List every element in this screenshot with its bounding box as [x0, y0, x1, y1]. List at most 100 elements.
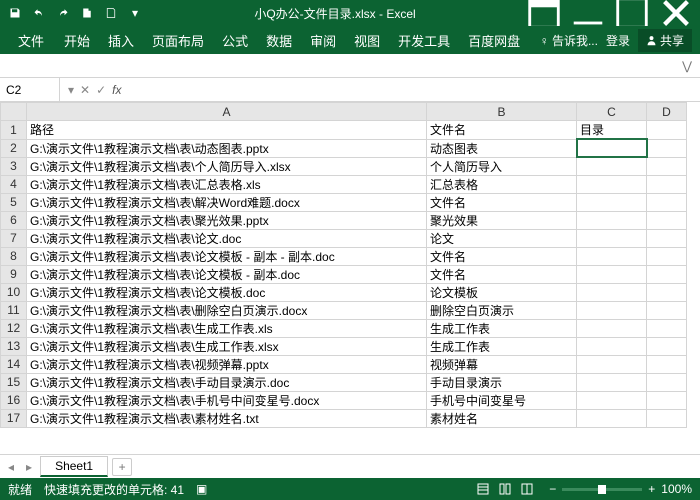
- view-tab[interactable]: 视图: [346, 27, 388, 54]
- col-header-a[interactable]: A: [27, 103, 427, 121]
- cell[interactable]: 个人简历导入: [427, 157, 577, 175]
- data-tab[interactable]: 数据: [258, 27, 300, 54]
- cell[interactable]: [647, 193, 687, 211]
- cell[interactable]: 汇总表格: [427, 175, 577, 193]
- minimize-button[interactable]: [568, 2, 608, 24]
- cell[interactable]: [647, 319, 687, 337]
- maximize-button[interactable]: [612, 2, 652, 24]
- cell[interactable]: 文件名: [427, 121, 577, 140]
- cell[interactable]: [577, 265, 647, 283]
- cell[interactable]: 路径: [27, 121, 427, 140]
- cell[interactable]: [577, 301, 647, 319]
- cell[interactable]: [647, 121, 687, 140]
- cell[interactable]: G:\演示文件\1教程演示文档\表\生成工作表.xls: [27, 319, 427, 337]
- cell[interactable]: [647, 265, 687, 283]
- cell[interactable]: G:\演示文件\1教程演示文档\表\个人简历导入.xlsx: [27, 157, 427, 175]
- sheet-tab[interactable]: Sheet1: [40, 456, 108, 477]
- cell[interactable]: [577, 319, 647, 337]
- cell[interactable]: G:\演示文件\1教程演示文档\表\论文.doc: [27, 229, 427, 247]
- cell[interactable]: [577, 193, 647, 211]
- cancel-icon[interactable]: ✕: [80, 83, 90, 97]
- active-cell[interactable]: [577, 139, 647, 157]
- collapse-ribbon-icon[interactable]: ⋁: [682, 59, 692, 73]
- cell[interactable]: 素材姓名: [427, 409, 577, 427]
- cell[interactable]: [647, 247, 687, 265]
- cell[interactable]: 聚光效果: [427, 211, 577, 229]
- cell[interactable]: [647, 409, 687, 427]
- normal-view-icon[interactable]: [473, 481, 493, 497]
- cell[interactable]: 手动目录演示: [427, 373, 577, 391]
- ribbon-options-icon[interactable]: [524, 2, 564, 24]
- zoom-out-button[interactable]: −: [549, 482, 556, 496]
- cell[interactable]: G:\演示文件\1教程演示文档\表\论文模板 - 副本.doc: [27, 265, 427, 283]
- name-box[interactable]: C2: [0, 78, 60, 101]
- cell[interactable]: 论文: [427, 229, 577, 247]
- tellme-button[interactable]: ♀ 告诉我...: [540, 32, 598, 49]
- row-header[interactable]: 9: [1, 265, 27, 283]
- redo-icon[interactable]: [52, 2, 74, 24]
- row-header[interactable]: 4: [1, 175, 27, 193]
- cell[interactable]: G:\演示文件\1教程演示文档\表\论文模板.doc: [27, 283, 427, 301]
- row-header[interactable]: 8: [1, 247, 27, 265]
- cell[interactable]: [647, 373, 687, 391]
- share-button[interactable]: 共享: [638, 29, 692, 52]
- cell[interactable]: G:\演示文件\1教程演示文档\表\手动目录演示.doc: [27, 373, 427, 391]
- macro-record-icon[interactable]: ▣: [196, 482, 207, 496]
- cell[interactable]: [577, 175, 647, 193]
- col-header-c[interactable]: C: [577, 103, 647, 121]
- zoom-slider[interactable]: [562, 488, 642, 491]
- formulas-tab[interactable]: 公式: [214, 27, 256, 54]
- cell[interactable]: [577, 247, 647, 265]
- row-header[interactable]: 1: [1, 121, 27, 140]
- cell[interactable]: [577, 391, 647, 409]
- select-all-corner[interactable]: [1, 103, 27, 121]
- cell[interactable]: 手机号中间变星号: [427, 391, 577, 409]
- add-sheet-button[interactable]: +: [112, 458, 132, 476]
- dev-tab[interactable]: 开发工具: [390, 27, 458, 54]
- cell[interactable]: 文件名: [427, 265, 577, 283]
- insert-tab[interactable]: 插入: [100, 27, 142, 54]
- cell[interactable]: 动态图表: [427, 139, 577, 157]
- login-button[interactable]: 登录: [606, 32, 630, 49]
- layout-tab[interactable]: 页面布局: [144, 27, 212, 54]
- page-break-view-icon[interactable]: [517, 481, 537, 497]
- cell[interactable]: [647, 337, 687, 355]
- cell[interactable]: [647, 157, 687, 175]
- row-header[interactable]: 13: [1, 337, 27, 355]
- row-header[interactable]: 16: [1, 391, 27, 409]
- col-header-b[interactable]: B: [427, 103, 577, 121]
- zoom-in-button[interactable]: +: [648, 482, 655, 496]
- row-header[interactable]: 3: [1, 157, 27, 175]
- namebox-dropdown-icon[interactable]: ▾: [68, 83, 74, 97]
- row-header[interactable]: 7: [1, 229, 27, 247]
- row-header[interactable]: 14: [1, 355, 27, 373]
- row-header[interactable]: 6: [1, 211, 27, 229]
- cell[interactable]: 视频弹幕: [427, 355, 577, 373]
- sheet-nav-prev-icon[interactable]: ◂: [4, 460, 18, 474]
- cell[interactable]: G:\演示文件\1教程演示文档\表\解决Word难题.docx: [27, 193, 427, 211]
- review-tab[interactable]: 审阅: [302, 27, 344, 54]
- cell[interactable]: [577, 409, 647, 427]
- home-tab[interactable]: 开始: [56, 27, 98, 54]
- cell[interactable]: [647, 139, 687, 157]
- cell[interactable]: [577, 211, 647, 229]
- cell[interactable]: [577, 283, 647, 301]
- save-icon[interactable]: [4, 2, 26, 24]
- cell[interactable]: 文件名: [427, 193, 577, 211]
- cell[interactable]: G:\演示文件\1教程演示文档\表\删除空白页演示.docx: [27, 301, 427, 319]
- worksheet-grid[interactable]: A B C D 1 路径 文件名 目录 2G:\演示文件\1教程演示文档\表\动…: [0, 102, 700, 454]
- cell[interactable]: [647, 355, 687, 373]
- row-header[interactable]: 5: [1, 193, 27, 211]
- confirm-icon[interactable]: ✓: [96, 83, 106, 97]
- cell[interactable]: G:\演示文件\1教程演示文档\表\动态图表.pptx: [27, 139, 427, 157]
- cell[interactable]: 生成工作表: [427, 337, 577, 355]
- cell[interactable]: [577, 355, 647, 373]
- cell[interactable]: G:\演示文件\1教程演示文档\表\视频弹幕.pptx: [27, 355, 427, 373]
- page-layout-view-icon[interactable]: [495, 481, 515, 497]
- cell[interactable]: [647, 391, 687, 409]
- row-header[interactable]: 12: [1, 319, 27, 337]
- cell[interactable]: 目录: [577, 121, 647, 140]
- cell[interactable]: [577, 157, 647, 175]
- cell[interactable]: 论文模板: [427, 283, 577, 301]
- cell[interactable]: G:\演示文件\1教程演示文档\表\生成工作表.xlsx: [27, 337, 427, 355]
